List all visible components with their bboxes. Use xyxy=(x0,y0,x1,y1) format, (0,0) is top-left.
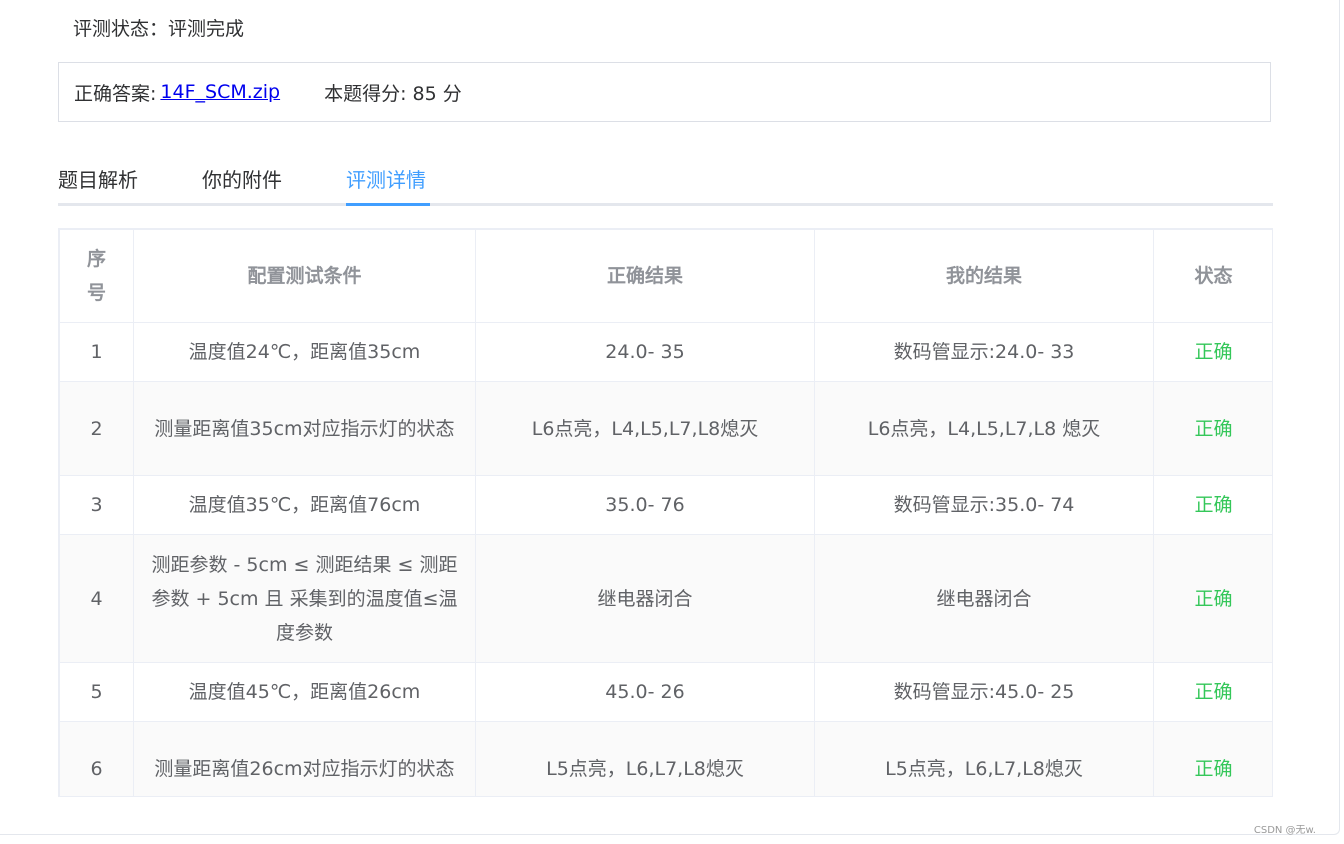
row-status: 正确 xyxy=(1153,381,1272,476)
row-status: 正确 xyxy=(1153,534,1272,663)
row-index: 2 xyxy=(59,381,134,476)
row-status: 正确 xyxy=(1153,322,1272,382)
header-my-result: 我的结果 xyxy=(814,229,1154,323)
table-row: 5 温度值45℃，距离值26cm 45.0- 26 数码管显示:45.0- 25… xyxy=(59,662,1272,722)
tab-divider xyxy=(58,203,1273,206)
table-row: 6 测量距离值26cm对应指示灯的状态 L5点亮，L6,L7,L8熄灭 L5点亮… xyxy=(59,721,1272,796)
evaluation-status-label: 评测状态： xyxy=(73,18,169,40)
row-condition: 测量距离值35cm对应指示灯的状态 xyxy=(133,381,476,476)
row-index: 4 xyxy=(59,534,134,663)
results-table: 序号 配置测试条件 正确结果 我的结果 状态 1 温度值24℃，距离值35cm … xyxy=(59,229,1272,796)
header-expected-result: 正确结果 xyxy=(475,229,815,323)
row-actual: L6点亮，L4,L5,L7,L8 熄灭 xyxy=(814,381,1154,476)
row-status: 正确 xyxy=(1153,721,1272,796)
evaluation-card: 评测状态：评测完成 正确答案: 14F_SCM.zip 本题得分: 85 分 题… xyxy=(0,0,1340,835)
header-status: 状态 xyxy=(1153,229,1272,323)
row-index: 6 xyxy=(59,721,134,796)
row-expected: L5点亮，L6,L7,L8熄灭 xyxy=(475,721,815,796)
score-text: 本题得分: 85 分 xyxy=(324,82,462,105)
row-expected: 45.0- 26 xyxy=(475,662,815,722)
tab-problem-analysis[interactable]: 题目解析 xyxy=(58,164,138,193)
row-actual: 数码管显示:45.0- 25 xyxy=(814,662,1154,722)
row-condition: 测量距离值26cm对应指示灯的状态 xyxy=(133,721,476,796)
tab-bar: 题目解析 你的附件 评测详情 xyxy=(58,158,1273,206)
answer-file-link[interactable]: 14F_SCM.zip xyxy=(160,81,280,103)
table-row: 3 温度值35℃，距离值76cm 35.0- 76 数码管显示:35.0- 74… xyxy=(59,475,1272,535)
row-actual: L5点亮，L6,L7,L8熄灭 xyxy=(814,721,1154,796)
row-index: 1 xyxy=(59,322,134,382)
row-condition: 温度值45℃，距离值26cm xyxy=(133,662,476,722)
tab-evaluation-details[interactable]: 评测详情 xyxy=(346,164,426,193)
row-expected: 继电器闭合 xyxy=(475,534,815,663)
table-header-row: 序号 配置测试条件 正确结果 我的结果 状态 xyxy=(59,229,1272,323)
answer-box: 正确答案: 14F_SCM.zip 本题得分: 85 分 xyxy=(58,62,1271,122)
row-status: 正确 xyxy=(1153,662,1272,722)
evaluation-status: 评测状态：评测完成 xyxy=(73,14,244,41)
row-index: 3 xyxy=(59,475,134,535)
correct-answer-label: 正确答案: xyxy=(74,82,157,105)
row-index: 5 xyxy=(59,662,134,722)
row-condition: 温度值35℃，距离值76cm xyxy=(133,475,476,535)
tab-your-attachments[interactable]: 你的附件 xyxy=(202,164,282,193)
evaluation-status-value: 评测完成 xyxy=(168,18,245,40)
results-table-container[interactable]: 序号 配置测试条件 正确结果 我的结果 状态 1 温度值24℃，距离值35cm … xyxy=(58,228,1273,797)
tab-active-indicator xyxy=(346,203,430,206)
row-actual: 数码管显示:24.0- 33 xyxy=(814,322,1154,382)
row-expected: 35.0- 76 xyxy=(475,475,815,535)
header-index: 序号 xyxy=(59,229,134,323)
row-status: 正确 xyxy=(1153,475,1272,535)
row-condition: 温度值24℃，距离值35cm xyxy=(133,322,476,382)
row-actual: 继电器闭合 xyxy=(814,534,1154,663)
table-row: 2 测量距离值35cm对应指示灯的状态 L6点亮，L4,L5,L7,L8熄灭 L… xyxy=(59,381,1272,476)
row-actual: 数码管显示:35.0- 74 xyxy=(814,475,1154,535)
watermark: CSDN @无w. xyxy=(1253,825,1316,836)
row-condition: 测距参数 - 5cm ≤ 测距结果 ≤ 测距参数 + 5cm 且 采集到的温度值… xyxy=(133,534,476,663)
row-expected: 24.0- 35 xyxy=(475,322,815,382)
row-expected: L6点亮，L4,L5,L7,L8熄灭 xyxy=(475,381,815,476)
header-test-condition: 配置测试条件 xyxy=(133,229,476,323)
table-row: 4 测距参数 - 5cm ≤ 测距结果 ≤ 测距参数 + 5cm 且 采集到的温… xyxy=(59,534,1272,663)
table-row: 1 温度值24℃，距离值35cm 24.0- 35 数码管显示:24.0- 33… xyxy=(59,322,1272,382)
